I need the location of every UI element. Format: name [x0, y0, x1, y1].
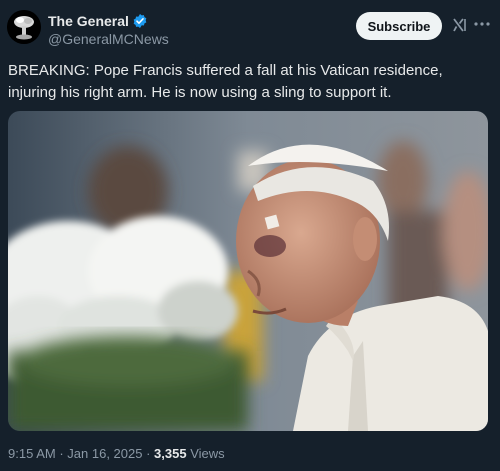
tweet-time[interactable]: 9:15 AM: [8, 446, 56, 461]
author-info: The General @GeneralMCNews: [48, 12, 169, 48]
tweet-text: BREAKING: Pope Francis suffered a fall a…: [8, 62, 443, 101]
tweet-photo[interactable]: [8, 111, 488, 431]
mushroom-cloud-icon: [7, 10, 41, 44]
grok-icon[interactable]: [450, 16, 468, 34]
subscribe-button[interactable]: Subscribe: [356, 12, 442, 40]
pope-photo-image: [8, 111, 488, 431]
tweet-meta: 9:15 AM · Jan 16, 2025 · 3,355 Views: [8, 446, 225, 461]
views-label: Views: [190, 446, 225, 461]
views-count: 3,355: [154, 446, 187, 461]
author-name[interactable]: The General: [48, 13, 129, 29]
meta-separator: ·: [146, 446, 155, 461]
more-options-icon[interactable]: [472, 14, 492, 34]
tweet-card: The General @GeneralMCNews Subscribe BRE…: [0, 0, 500, 471]
author-avatar[interactable]: [7, 10, 41, 44]
tweet-date[interactable]: Jan 16, 2025: [67, 446, 142, 461]
verified-badge-icon: [132, 13, 148, 29]
author-handle[interactable]: @GeneralMCNews: [48, 31, 169, 47]
